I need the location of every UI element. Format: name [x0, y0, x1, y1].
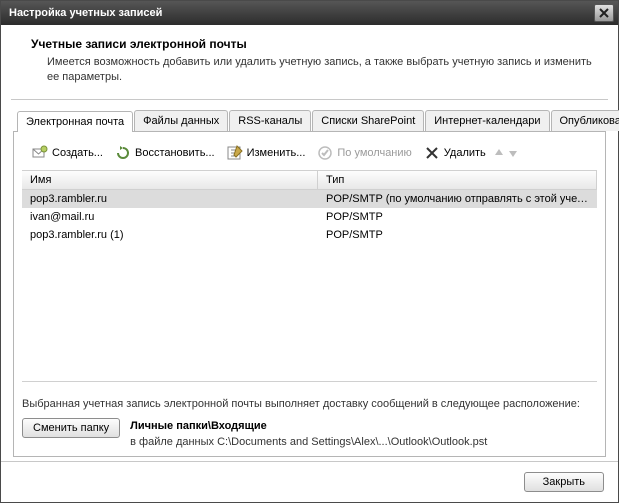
- header-title: Учетные записи электронной почты: [31, 37, 596, 51]
- window: Настройка учетных записей Учетные записи…: [0, 0, 619, 503]
- cell-name: ivan@mail.ru: [22, 210, 318, 224]
- tab-datafiles[interactable]: Файлы данных: [134, 110, 228, 131]
- tab-rss[interactable]: RSS-каналы: [229, 110, 311, 131]
- col-type[interactable]: Тип: [318, 171, 597, 189]
- check-icon: [317, 145, 333, 161]
- header-area: Учетные записи электронной почты Имеется…: [1, 25, 618, 95]
- cell-type: POP/SMTP: [318, 210, 597, 224]
- close-button[interactable]: [594, 4, 614, 22]
- close-dialog-button[interactable]: Закрыть: [524, 472, 604, 492]
- account-list[interactable]: pop3.rambler.ru POP/SMTP (по умолчанию о…: [22, 190, 597, 382]
- table-row[interactable]: pop3.rambler.ru (1) POP/SMTP: [22, 226, 597, 244]
- delivery-details: Личные папки\Входящие в файле данных C:\…: [130, 418, 487, 448]
- cell-type: POP/SMTP (по умолчанию отправлять с этой…: [318, 192, 597, 206]
- restore-icon: [115, 145, 131, 161]
- window-title: Настройка учетных записей: [9, 7, 162, 19]
- cell-name: pop3.rambler.ru: [22, 192, 318, 206]
- cell-type: POP/SMTP: [318, 228, 597, 242]
- delete-icon: [424, 145, 440, 161]
- table-row[interactable]: ivan@mail.ru POP/SMTP: [22, 208, 597, 226]
- tab-internet-calendars[interactable]: Интернет-календари: [425, 110, 549, 131]
- create-button[interactable]: Создать...: [26, 142, 109, 164]
- delete-button[interactable]: Удалить: [418, 142, 492, 164]
- tab-email[interactable]: Электронная почта: [17, 111, 133, 132]
- header-subtitle: Имеется возможность добавить или удалить…: [31, 55, 596, 85]
- move-up-button[interactable]: [492, 145, 506, 161]
- close-icon: [599, 8, 609, 18]
- cell-name: pop3.rambler.ru (1): [22, 228, 318, 242]
- content: Электронная почта Файлы данных RSS-канал…: [1, 100, 618, 461]
- tab-sharepoint[interactable]: Списки SharePoint: [312, 110, 424, 131]
- delivery-folder: Личные папки\Входящие: [130, 420, 487, 432]
- delivery-message: Выбранная учетная запись электронной поч…: [22, 398, 597, 410]
- col-name[interactable]: Имя: [22, 171, 318, 189]
- tab-page: Создать... Восстановить... Изменить... П…: [13, 132, 606, 457]
- change-folder-button[interactable]: Сменить папку: [22, 418, 120, 438]
- tab-published[interactable]: Опубликова: [551, 110, 619, 131]
- tab-strip: Электронная почта Файлы данных RSS-канал…: [13, 110, 606, 132]
- table-row[interactable]: pop3.rambler.ru POP/SMTP (по умолчанию о…: [22, 190, 597, 208]
- toolbar: Создать... Восстановить... Изменить... П…: [22, 140, 597, 170]
- restore-button[interactable]: Восстановить...: [109, 142, 221, 164]
- move-down-button[interactable]: [506, 145, 520, 161]
- delivery-path: в файле данных C:\Documents and Settings…: [130, 436, 487, 448]
- titlebar: Настройка учетных записей: [1, 1, 618, 25]
- new-mail-icon: [32, 145, 48, 161]
- delivery-section: Выбранная учетная запись электронной поч…: [22, 398, 597, 448]
- edit-button[interactable]: Изменить...: [221, 142, 312, 164]
- footer: Закрыть: [1, 461, 618, 502]
- edit-icon: [227, 145, 243, 161]
- list-header: Имя Тип: [22, 170, 597, 190]
- default-button[interactable]: По умолчанию: [311, 142, 417, 164]
